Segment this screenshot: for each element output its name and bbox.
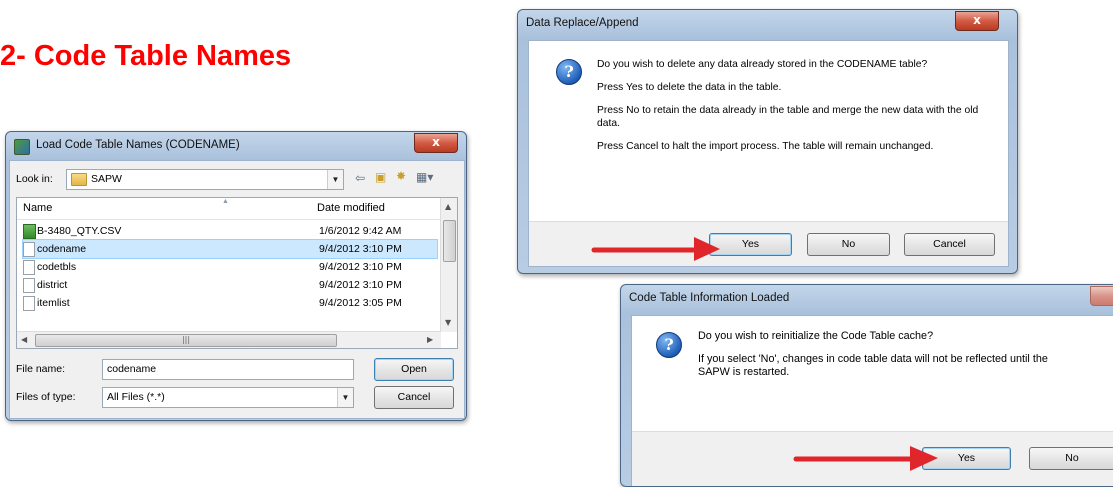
no-button[interactable]: No [807, 233, 890, 256]
file-name: B-3480_QTY.CSV [37, 225, 122, 237]
file-name-input[interactable]: codename [102, 359, 354, 380]
title-bar[interactable]: Load Code Table Names (CODENAME) x [6, 132, 466, 160]
file-row[interactable]: codename 9/4/2012 3:10 PM [22, 239, 438, 259]
message-line: If you select 'No', changes in code tabl… [698, 353, 1048, 378]
column-header: Name ▲ Date modified [17, 198, 457, 220]
up-folder-icon[interactable]: ▣ [375, 170, 386, 184]
file-row[interactable]: district 9/4/2012 3:10 PM [23, 276, 437, 294]
cancel-button[interactable]: Cancel [374, 386, 454, 409]
message-text: Do you wish to reinitialize the Code Tab… [698, 330, 1078, 389]
scroll-right-icon[interactable]: ▶ [427, 335, 433, 344]
horizontal-scrollbar[interactable]: ◀ ||| ▶ [17, 331, 441, 348]
view-menu-icon[interactable]: ▦▾ [416, 170, 433, 184]
file-name-value: codename [107, 363, 157, 375]
column-name[interactable]: Name [23, 202, 52, 214]
dialog-title: Load Code Table Names (CODENAME) [36, 139, 240, 151]
files-of-type-value: All Files (*.*) [107, 391, 165, 403]
dialog-title: Code Table Information Loaded [629, 292, 790, 304]
files-of-type-select[interactable]: All Files (*.*) ▼ [102, 387, 354, 408]
close-button[interactable]: x [414, 133, 458, 153]
file-icon [23, 278, 35, 293]
file-icon [23, 242, 35, 257]
file-row[interactable]: itemlist 9/4/2012 3:05 PM [23, 294, 437, 312]
spreadsheet-file-icon [23, 224, 36, 239]
scroll-up-icon[interactable]: ▲ [445, 202, 451, 211]
file-list: Name ▲ Date modified B-3480_QTY.CSV 1/6/… [16, 197, 458, 349]
file-date: 9/4/2012 3:05 PM [319, 297, 402, 309]
chevron-down-icon: ▼ [327, 170, 343, 189]
scroll-thumb[interactable]: ||| [35, 334, 337, 347]
file-dialog-body: Look in: SAPW ▼ ⇦ ▣ ✸ ▦▾ Name ▲ Date mod… [9, 160, 465, 419]
scroll-down-icon[interactable]: ▼ [445, 318, 451, 327]
message-text: Do you wish to delete any data already s… [597, 58, 992, 163]
file-icon [23, 260, 35, 275]
message-line: Press Yes to delete the data in the tabl… [597, 82, 782, 93]
look-in-select[interactable]: SAPW ▼ [66, 169, 344, 190]
cancel-button[interactable]: Cancel [904, 233, 995, 256]
question-icon: ? [556, 59, 582, 85]
message-line: Press Cancel to halt the import process.… [597, 141, 934, 152]
scroll-left-icon[interactable]: ◀ [21, 335, 27, 344]
look-in-label: Look in: [16, 173, 53, 185]
close-button[interactable]: x [955, 11, 999, 31]
arrow-icon [793, 446, 938, 471]
file-date: 1/6/2012 9:42 AM [319, 225, 402, 237]
file-name: district [37, 279, 68, 291]
dialog-title: Data Replace/Append [526, 17, 639, 29]
files-of-type-label: Files of type: [16, 391, 76, 403]
title-bar[interactable]: Code Table Information Loaded [621, 285, 1113, 313]
no-button[interactable]: No [1029, 447, 1113, 470]
message-line: Do you wish to delete any data already s… [597, 59, 928, 70]
arrow-head [910, 446, 938, 471]
arrow-icon [591, 237, 720, 261]
vertical-scrollbar[interactable]: ▲ ▼ [440, 198, 457, 332]
question-icon: ? [656, 332, 682, 358]
column-date-modified[interactable]: Date modified [317, 202, 385, 214]
file-date: 9/4/2012 3:10 PM [319, 243, 402, 255]
sort-arrow-icon: ▲ [222, 198, 229, 205]
look-in-value: SAPW [91, 173, 122, 185]
file-date: 9/4/2012 3:10 PM [319, 279, 402, 291]
app-icon [14, 139, 30, 155]
new-folder-icon[interactable]: ✸ [396, 169, 406, 183]
file-icon [23, 296, 35, 311]
file-date: 9/4/2012 3:10 PM [319, 261, 402, 273]
message-line: Press No to retain the data already in t… [597, 105, 979, 129]
message-line: Do you wish to reinitialize the Code Tab… [698, 330, 934, 342]
file-row[interactable]: codetbls 9/4/2012 3:10 PM [23, 258, 437, 276]
chevron-down-icon: ▼ [337, 388, 353, 407]
arrow-head [694, 237, 720, 261]
title-bar[interactable]: Data Replace/Append x [518, 10, 1017, 38]
load-file-dialog: Load Code Table Names (CODENAME) x Look … [5, 131, 467, 421]
file-name: codetbls [37, 261, 77, 273]
page-heading: 2- Code Table Names [0, 40, 292, 72]
folder-icon [71, 172, 87, 186]
file-name: itemlist [37, 297, 70, 309]
file-row[interactable]: B-3480_QTY.CSV 1/6/2012 9:42 AM [23, 222, 437, 240]
open-button[interactable]: Open [374, 358, 454, 381]
back-icon[interactable]: ⇦ [355, 171, 365, 185]
file-name: codename [37, 243, 87, 255]
file-name-label: File name: [16, 363, 66, 375]
scroll-thumb[interactable] [443, 220, 456, 262]
close-button[interactable] [1090, 286, 1113, 306]
